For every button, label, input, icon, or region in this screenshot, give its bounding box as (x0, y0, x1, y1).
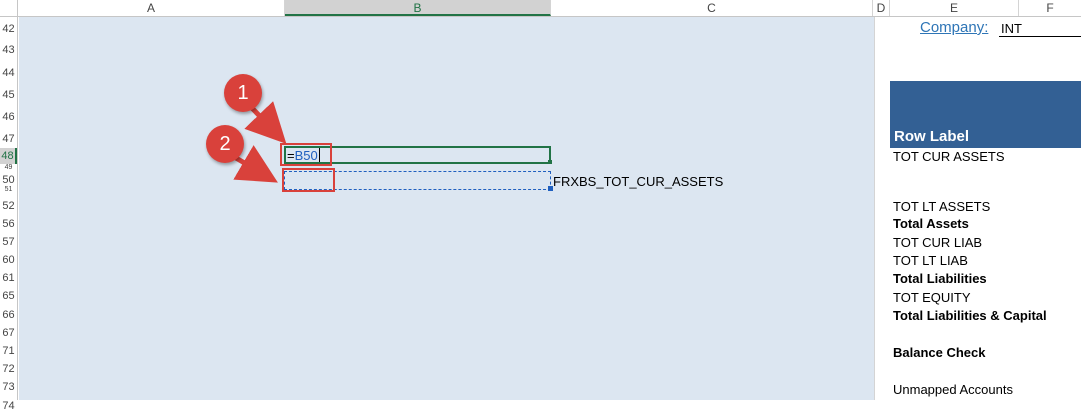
row-label-item[interactable]: TOT CUR ASSETS (893, 149, 1005, 164)
row-label-item[interactable]: TOT CUR LIAB (893, 235, 982, 250)
row-header[interactable]: 74 (0, 400, 17, 412)
row-label-item[interactable]: TOT EQUITY (893, 290, 971, 305)
row-label-item[interactable]: Total Liabilities & Capital (893, 308, 1047, 323)
arrow-2-icon (233, 145, 278, 183)
row-label-item[interactable]: Unmapped Accounts (893, 382, 1013, 397)
step-badge-1: 1 (224, 74, 262, 112)
company-value-cell[interactable]: INT (999, 21, 1081, 37)
row-label-item[interactable]: TOT LT ASSETS (893, 199, 990, 214)
row-label-item[interactable]: Balance Check (893, 345, 986, 360)
company-label[interactable]: Company: (920, 19, 988, 36)
row-label-header: Row Label (894, 128, 970, 145)
row-label-item[interactable]: Total Liabilities (893, 271, 987, 286)
arrow-1-icon (244, 101, 287, 144)
row-label-item[interactable]: Total Assets (893, 216, 969, 231)
step-badge-2: 2 (206, 125, 244, 163)
row-label-item[interactable]: TOT LT LIAB (893, 253, 968, 268)
